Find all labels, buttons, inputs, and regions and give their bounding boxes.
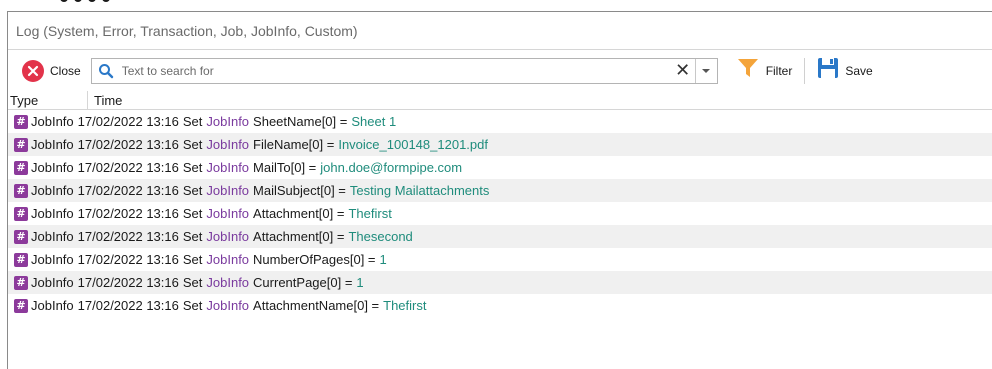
row-type: JobInfo — [31, 183, 74, 198]
row-type: JobInfo — [31, 229, 74, 244]
background-window-strip — [0, 0, 992, 11]
row-time: 17/02/2022 13:16 — [77, 114, 179, 129]
hash-icon: # — [14, 114, 28, 129]
hash-icon: # — [14, 275, 28, 290]
row-kind: JobInfo — [206, 137, 250, 152]
chevron-down-icon[interactable] — [694, 58, 717, 83]
log-list: # JobInfo 17/02/2022 13:16 Set JobInfo S… — [8, 110, 992, 317]
log-row[interactable]: # JobInfo 17/02/2022 13:16 Set JobInfo M… — [8, 179, 992, 202]
row-verb: Set — [182, 298, 203, 313]
row-value: Invoice_100148_1201.pdf — [338, 137, 488, 152]
log-row[interactable]: # JobInfo 17/02/2022 13:16 Set JobInfo N… — [8, 248, 992, 271]
row-type: JobInfo — [31, 206, 74, 221]
row-type: JobInfo — [31, 114, 74, 129]
clear-icon[interactable]: ✕ — [671, 59, 695, 83]
row-name: NumberOfPages[0] = — [253, 252, 376, 267]
hash-icon: # — [14, 298, 28, 313]
row-value: john.doe@formpipe.com — [320, 160, 463, 175]
row-kind: JobInfo — [206, 183, 250, 198]
row-value: Thefirst — [383, 298, 427, 313]
column-header-type[interactable]: Type — [8, 91, 88, 109]
row-kind: JobInfo — [206, 114, 250, 129]
filter-button-label: Filter — [765, 63, 793, 78]
row-name: Attachment[0] = — [253, 206, 345, 221]
search-input[interactable] — [117, 59, 671, 82]
hash-icon: # — [14, 160, 28, 175]
row-value: 1 — [379, 252, 387, 267]
row-name: AttachmentName[0] = — [253, 298, 380, 313]
close-button-label: Close — [50, 63, 81, 78]
log-row[interactable]: # JobInfo 17/02/2022 13:16 Set JobInfo M… — [8, 156, 992, 179]
hash-icon: # — [14, 206, 28, 221]
row-verb: Set — [182, 160, 203, 175]
row-verb: Set — [182, 206, 203, 221]
row-name: MailSubject[0] = — [253, 183, 346, 198]
row-time: 17/02/2022 13:16 — [77, 275, 179, 290]
filter-button[interactable]: Filter — [730, 56, 799, 86]
row-kind: JobInfo — [206, 160, 250, 175]
funnel-icon — [736, 56, 760, 85]
row-kind: JobInfo — [206, 252, 250, 267]
toolbar-separator — [804, 57, 806, 84]
log-row[interactable]: # JobInfo 17/02/2022 13:16 Set JobInfo A… — [8, 202, 992, 225]
close-icon — [22, 59, 44, 82]
row-verb: Set — [182, 183, 203, 198]
log-row[interactable]: # JobInfo 17/02/2022 13:16 Set JobInfo F… — [8, 133, 992, 156]
row-time: 17/02/2022 13:16 — [77, 206, 179, 221]
save-button[interactable]: Save — [811, 56, 878, 86]
row-type: JobInfo — [31, 252, 74, 267]
background-window-edge — [60, 0, 140, 4]
row-verb: Set — [182, 114, 203, 129]
row-name: CurrentPage[0] = — [253, 275, 353, 290]
row-value: Thesecond — [348, 229, 413, 244]
row-kind: JobInfo — [206, 298, 250, 313]
row-time: 17/02/2022 13:16 — [77, 137, 179, 152]
row-kind: JobInfo — [206, 206, 250, 221]
row-type: JobInfo — [31, 160, 74, 175]
grid-header: Type Time — [8, 91, 992, 110]
column-header-time[interactable]: Time — [88, 91, 122, 109]
row-kind: JobInfo — [206, 275, 250, 290]
row-kind: JobInfo — [206, 229, 250, 244]
title-bar: Log (System, Error, Transaction, Job, Jo… — [8, 12, 992, 50]
row-time: 17/02/2022 13:16 — [77, 298, 179, 313]
row-value: Sheet 1 — [351, 114, 397, 129]
row-type: JobInfo — [31, 137, 74, 152]
hash-icon: # — [14, 183, 28, 198]
hash-icon: # — [14, 137, 28, 152]
row-value: 1 — [356, 275, 364, 290]
row-verb: Set — [182, 137, 203, 152]
row-name: FileName[0] = — [253, 137, 335, 152]
log-row[interactable]: # JobInfo 17/02/2022 13:16 Set JobInfo S… — [8, 110, 992, 133]
row-time: 17/02/2022 13:16 — [77, 160, 179, 175]
hash-icon: # — [14, 252, 28, 267]
row-verb: Set — [182, 252, 203, 267]
row-value: Testing Mailattachments — [349, 183, 490, 198]
hash-icon: # — [14, 229, 28, 244]
row-name: Attachment[0] = — [253, 229, 345, 244]
log-row[interactable]: # JobInfo 17/02/2022 13:16 Set JobInfo C… — [8, 271, 992, 294]
row-verb: Set — [182, 275, 203, 290]
floppy-disk-icon — [817, 57, 839, 84]
row-name: MailTo[0] = — [253, 160, 317, 175]
log-window: Log (System, Error, Transaction, Job, Jo… — [7, 11, 992, 369]
search-box: ✕ — [90, 57, 718, 84]
search-icon — [94, 59, 118, 83]
close-button[interactable]: Close — [16, 56, 87, 86]
row-type: JobInfo — [31, 298, 74, 313]
row-value: Thefirst — [348, 206, 392, 221]
row-time: 17/02/2022 13:16 — [77, 229, 179, 244]
window-title: Log (System, Error, Transaction, Job, Jo… — [16, 22, 358, 39]
toolbar: Close ✕ Filter — [8, 50, 992, 91]
log-row[interactable]: # JobInfo 17/02/2022 13:16 Set JobInfo A… — [8, 225, 992, 248]
row-time: 17/02/2022 13:16 — [77, 183, 179, 198]
row-name: SheetName[0] = — [253, 114, 348, 129]
row-verb: Set — [182, 229, 203, 244]
log-row[interactable]: # JobInfo 17/02/2022 13:16 Set JobInfo A… — [8, 294, 992, 317]
row-type: JobInfo — [31, 275, 74, 290]
row-time: 17/02/2022 13:16 — [77, 252, 179, 267]
save-button-label: Save — [845, 63, 873, 78]
